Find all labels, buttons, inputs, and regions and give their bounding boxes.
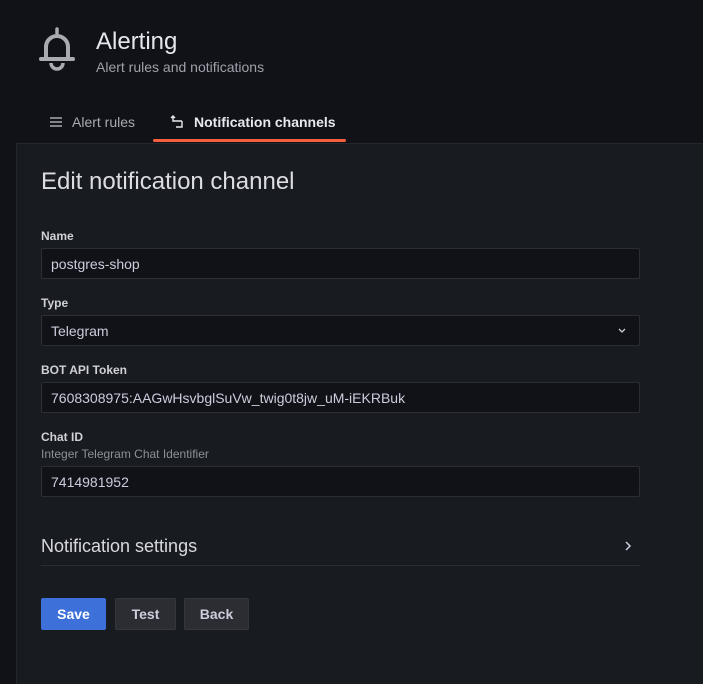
chevron-down-icon: [618, 328, 626, 333]
list-icon: [50, 117, 62, 127]
form-title: Edit notification channel: [41, 168, 295, 195]
bot-token-input[interactable]: 7608308975:AAGwHsvbglSuVw_twig0t8jw_uM-i…: [41, 382, 640, 413]
chat-id-label: Chat ID: [41, 430, 83, 444]
bot-token-value: 7608308975:AAGwHsvbglSuVw_twig0t8jw_uM-i…: [51, 389, 406, 406]
test-button[interactable]: Test: [115, 598, 176, 630]
tab-notification-channels-label: Notification channels: [194, 114, 336, 130]
channels-icon: [170, 115, 183, 128]
active-tab-indicator: [153, 139, 346, 142]
name-input[interactable]: postgres-shop: [41, 248, 640, 279]
chevron-right-icon: [625, 541, 632, 551]
name-value: postgres-shop: [51, 255, 140, 272]
tab-alert-rules-label: Alert rules: [72, 114, 136, 130]
page-header: Alerting Alert rules and notifications A…: [0, 0, 703, 144]
save-button[interactable]: Save: [41, 598, 106, 630]
bot-token-label: BOT API Token: [41, 363, 128, 377]
page-subtitle: Alert rules and notifications: [96, 59, 265, 75]
type-label: Type: [41, 296, 69, 310]
chat-id-description: Integer Telegram Chat Identifier: [41, 447, 209, 461]
type-select[interactable]: Telegram: [41, 315, 640, 346]
notification-settings-toggle[interactable]: Notification settings: [41, 530, 640, 566]
back-button[interactable]: Back: [184, 598, 249, 630]
chat-id-value: 7414981952: [51, 473, 129, 490]
bell-icon: [39, 27, 75, 71]
chat-id-input[interactable]: 7414981952: [41, 466, 640, 497]
page-title-alerting: Alerting: [96, 28, 178, 55]
type-value: Telegram: [51, 322, 109, 339]
name-label: Name: [41, 229, 74, 243]
tab-alert-rules[interactable]: Alert rules: [48, 114, 135, 144]
notification-settings-title: Notification settings: [41, 536, 198, 556]
